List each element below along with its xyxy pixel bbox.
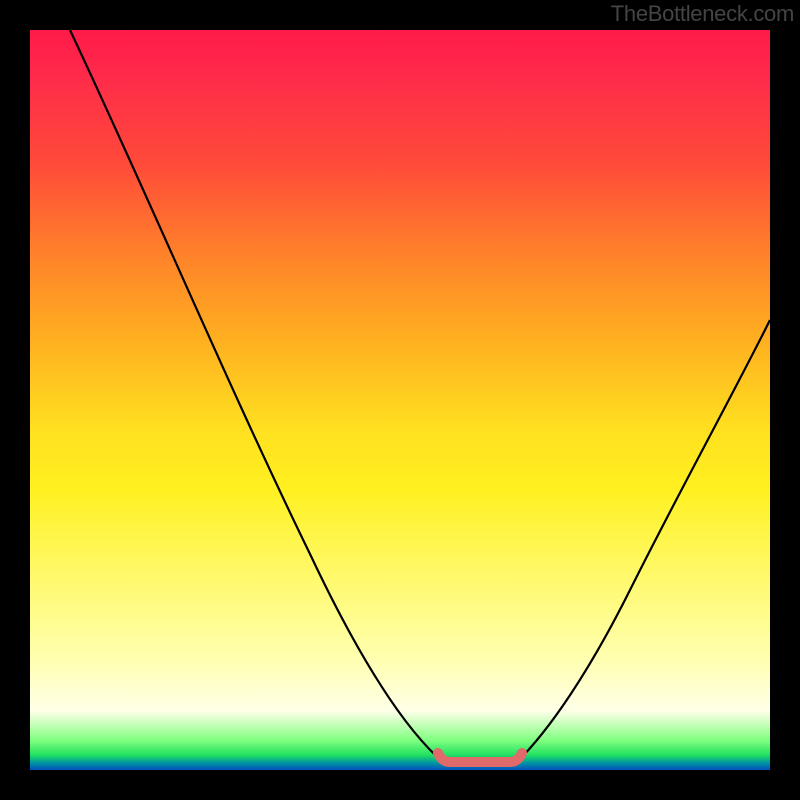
plot-svg <box>30 30 770 770</box>
watermark: TheBottleneck.com <box>611 1 794 27</box>
left-curve <box>70 30 445 764</box>
right-curve <box>515 320 770 764</box>
bottom-pink-segment <box>438 753 522 762</box>
plot-area <box>30 30 770 770</box>
